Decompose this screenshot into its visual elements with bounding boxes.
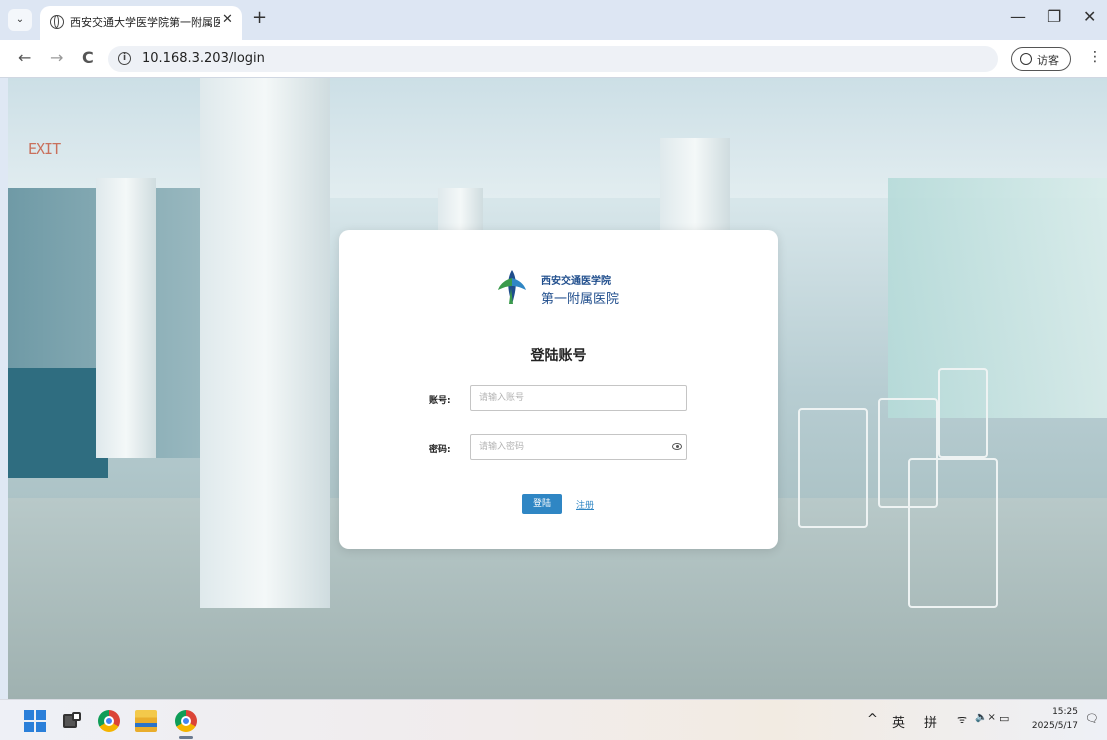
volume-muted-icon[interactable]: 🔈× xyxy=(975,712,996,723)
hospital-logo-icon xyxy=(498,270,526,304)
restore-button[interactable]: ❐ xyxy=(1047,7,1061,26)
tab-search-button[interactable]: ⌄ xyxy=(8,9,32,31)
background-chair xyxy=(938,368,988,458)
ime-mode-indicator[interactable]: 拼 xyxy=(924,712,937,731)
tab-close-button[interactable]: ✕ xyxy=(222,12,233,27)
back-button[interactable]: ← xyxy=(18,48,31,67)
browser-toolbar: ← → C i 10.168.3.203/login 访客 ⋮ xyxy=(0,40,1107,78)
profile-icon xyxy=(1020,53,1032,65)
browser-menu-button[interactable]: ⋮ xyxy=(1088,49,1102,65)
browser-tab-strip: ⌄ 西安交通大学医学院第一附属医 ✕ + — ❐ ✕ xyxy=(0,0,1107,40)
new-tab-button[interactable]: + xyxy=(252,7,267,28)
password-label: 密码: xyxy=(429,445,451,455)
windows-start-icon[interactable] xyxy=(24,710,46,732)
close-window-button[interactable]: ✕ xyxy=(1083,7,1096,26)
file-explorer-icon[interactable] xyxy=(135,710,157,732)
browser-tab[interactable]: 西安交通大学医学院第一附属医 ✕ xyxy=(40,6,242,40)
brand-name-line1: 西安交通医学院 xyxy=(541,276,611,287)
clock-date: 2025/5/17 xyxy=(1031,721,1078,731)
password-input[interactable] xyxy=(470,434,687,460)
wifi-icon[interactable]: ᯤ xyxy=(957,712,967,727)
background-counter xyxy=(8,368,108,478)
ime-language-indicator[interactable]: 英 xyxy=(892,712,905,731)
background-chair xyxy=(798,408,868,528)
exit-sign: EXIT xyxy=(28,140,61,158)
minimize-button[interactable]: — xyxy=(1010,7,1026,26)
url-text[interactable]: 10.168.3.203/login xyxy=(142,51,265,66)
profile-label: 访客 xyxy=(1037,54,1059,67)
brand-name-line2: 第一附属医院 xyxy=(541,292,620,307)
show-password-eye-icon[interactable] xyxy=(672,443,682,450)
task-view-icon[interactable] xyxy=(61,710,83,732)
battery-icon[interactable]: ▭ xyxy=(999,712,1009,725)
register-link[interactable]: 注册 xyxy=(576,498,594,511)
tray-overflow-caret[interactable]: ^ xyxy=(867,712,878,727)
clock-time: 15:25 xyxy=(1052,707,1078,717)
tab-title: 西安交通大学医学院第一附属医 xyxy=(70,16,220,29)
login-button[interactable]: 登陆 xyxy=(522,494,562,514)
forward-button[interactable]: → xyxy=(50,48,63,67)
login-heading: 登陆账号 xyxy=(530,348,587,364)
chrome-icon[interactable] xyxy=(98,710,120,732)
globe-icon xyxy=(50,15,64,29)
reload-button[interactable]: C xyxy=(82,48,94,67)
account-input[interactable] xyxy=(470,385,687,411)
profile-button[interactable]: 访客 xyxy=(1011,47,1071,71)
site-info-icon[interactable]: i xyxy=(118,52,131,65)
address-bar[interactable]: i 10.168.3.203/login xyxy=(108,46,998,72)
windows-taskbar: ^ 英 拼 ᯤ 🔈× ▭ 15:25 2025/5/17 🗨 xyxy=(0,699,1107,740)
background-pillar xyxy=(96,178,156,458)
notification-icon[interactable]: 🗨 xyxy=(1085,712,1099,725)
background-glass-wall xyxy=(888,178,1107,418)
account-label: 账号: xyxy=(429,396,451,406)
login-card: 西安交通医学院 第一附属医院 登陆账号 账号: 密码: 登陆 注册 xyxy=(339,230,778,549)
background-chair xyxy=(908,458,998,608)
chrome-active-icon[interactable] xyxy=(175,710,197,732)
background-pillar xyxy=(200,78,330,608)
active-app-indicator xyxy=(179,736,193,739)
system-clock[interactable]: 15:25 2025/5/17 xyxy=(1028,705,1078,733)
